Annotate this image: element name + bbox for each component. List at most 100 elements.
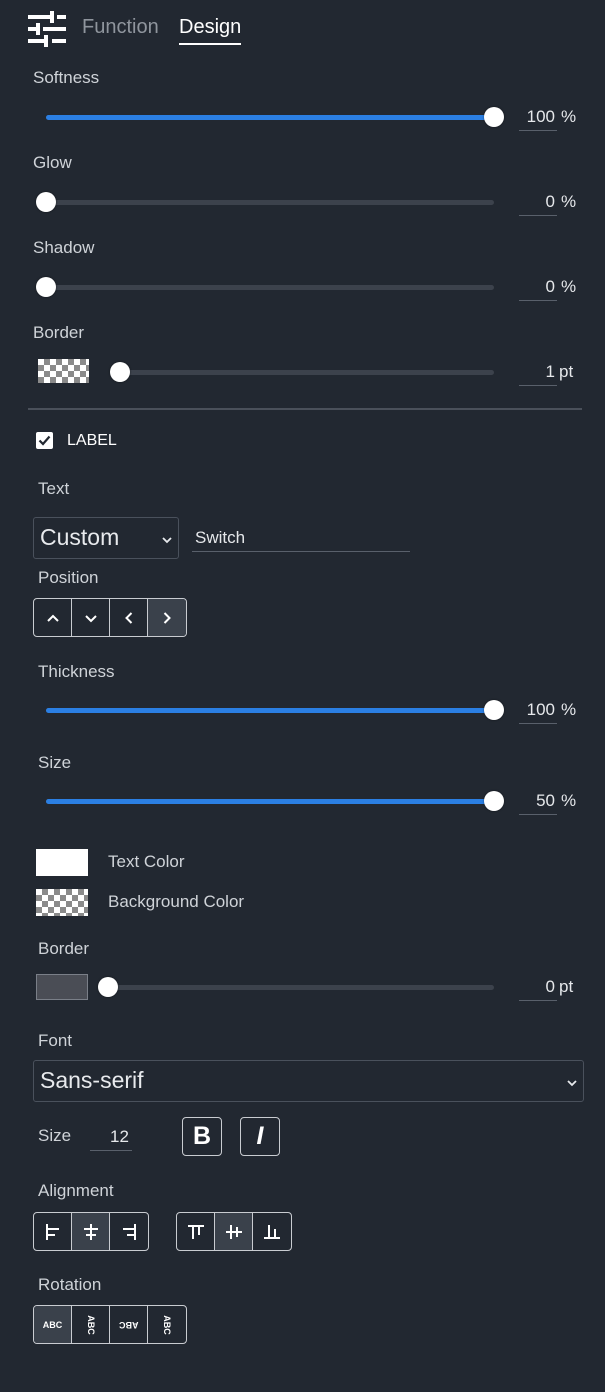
text-color-label: Text Color [108, 852, 185, 871]
active-tab-underline [179, 43, 241, 45]
thickness-unit: % [561, 700, 577, 719]
shadow-value: 0 [545, 277, 555, 296]
chevron-down-icon [162, 537, 172, 544]
text-label: Text [38, 479, 70, 498]
slider-thumb[interactable] [36, 192, 56, 212]
vertical-alignment-group [176, 1212, 292, 1251]
border-value: 1 [545, 362, 555, 381]
text-value-input[interactable]: Switch [192, 524, 410, 552]
font-size-label: Size [38, 1126, 72, 1145]
shadow-slider[interactable] [36, 277, 494, 297]
rotation-270-button[interactable]: ABC [148, 1306, 186, 1343]
font-size-input[interactable]: 12 [90, 1124, 132, 1151]
rotation-180-button[interactable]: ABC [110, 1306, 148, 1343]
position-top-button[interactable] [34, 599, 72, 636]
position-label: Position [38, 568, 99, 587]
thickness-slider[interactable] [46, 700, 504, 720]
chevron-left-icon [124, 611, 132, 624]
tab-function[interactable]: Function [82, 16, 159, 39]
slider-thumb[interactable] [484, 107, 504, 127]
glow-unit: % [561, 192, 577, 211]
rotation-270-text: ABC [162, 1314, 172, 1335]
rotation-button-group: ABC ABC ABC ABC [33, 1305, 187, 1344]
align-right-icon [123, 1223, 136, 1240]
text-value: Switch [195, 528, 246, 547]
bold-button[interactable]: B [182, 1117, 222, 1156]
checkmark-icon [38, 435, 51, 446]
softness-value: 100 [526, 107, 555, 126]
label-size-unit: % [561, 791, 577, 810]
border-label: Border [33, 323, 85, 342]
settings-sliders-icon[interactable] [28, 11, 66, 47]
tab-design[interactable]: Design [179, 16, 241, 39]
label-border-unit: pt [559, 977, 574, 996]
text-mode-select[interactable]: Custom [33, 517, 179, 559]
thickness-label: Thickness [38, 662, 115, 681]
chevron-right-icon [163, 611, 171, 624]
chevron-up-icon [46, 614, 59, 622]
rotation-90-text: ABC [85, 1314, 96, 1335]
label-border-value: 0 [545, 977, 555, 996]
text-mode-value: Custom [40, 524, 120, 550]
slider-fill [46, 799, 494, 804]
align-bottom-button[interactable] [253, 1213, 291, 1250]
align-middle-button[interactable] [215, 1213, 253, 1250]
position-left-button[interactable] [110, 599, 148, 636]
align-left-icon [45, 1223, 59, 1240]
slider-fill [46, 708, 494, 713]
label-checkbox[interactable] [36, 432, 53, 449]
rotation-90-button[interactable]: ABC [72, 1306, 110, 1343]
glow-label: Glow [33, 153, 72, 172]
align-bottom-icon [264, 1224, 280, 1239]
position-button-group [33, 598, 187, 637]
position-bottom-button[interactable] [72, 599, 110, 636]
shadow-unit: % [561, 277, 577, 296]
font-value: Sans-serif [40, 1067, 144, 1093]
softness-slider[interactable] [46, 107, 504, 127]
align-top-button[interactable] [177, 1213, 215, 1250]
text-color-swatch[interactable] [36, 849, 88, 876]
slider-thumb[interactable] [484, 700, 504, 720]
border-color-swatch[interactable] [38, 359, 89, 383]
softness-unit: % [561, 107, 577, 126]
font-select[interactable]: Sans-serif [33, 1060, 584, 1102]
align-center-icon [83, 1223, 98, 1240]
label-size-slider[interactable] [46, 791, 504, 811]
rotation-0-text: ABC [42, 1319, 63, 1330]
chevron-down-icon [84, 614, 97, 622]
italic-icon: I [256, 1122, 264, 1150]
slider-thumb[interactable] [98, 977, 118, 997]
thickness-value: 100 [526, 700, 555, 719]
alignment-label: Alignment [38, 1181, 114, 1200]
slider-thumb[interactable] [110, 362, 130, 382]
label-border-slider[interactable] [98, 977, 494, 997]
slider-thumb[interactable] [36, 277, 56, 297]
border-slider[interactable] [110, 362, 494, 382]
label-size-value: 50 [536, 791, 555, 810]
slider-fill [46, 115, 494, 120]
bold-icon: B [192, 1122, 212, 1150]
shadow-label: Shadow [33, 238, 95, 257]
glow-slider[interactable] [36, 192, 494, 212]
align-middle-icon [225, 1224, 242, 1239]
position-right-button[interactable] [148, 599, 186, 636]
label-section-title: LABEL [67, 432, 117, 449]
background-color-label: Background Color [108, 892, 245, 911]
align-center-button[interactable] [72, 1213, 110, 1250]
align-top-icon [187, 1224, 204, 1239]
label-border-color-swatch[interactable] [36, 974, 88, 1000]
chevron-down-icon [567, 1080, 577, 1087]
font-label: Font [38, 1031, 73, 1050]
rotation-180-text: ABC [118, 1319, 139, 1330]
align-right-button[interactable] [110, 1213, 148, 1250]
section-divider [28, 408, 582, 410]
rotation-0-button[interactable]: ABC [34, 1306, 72, 1343]
glow-value: 0 [545, 192, 555, 211]
label-size-label: Size [38, 753, 72, 772]
align-left-button[interactable] [34, 1213, 72, 1250]
italic-button[interactable]: I [240, 1117, 280, 1156]
background-color-swatch[interactable] [36, 889, 88, 916]
font-size-value: 12 [110, 1127, 129, 1146]
slider-thumb[interactable] [484, 791, 504, 811]
softness-label: Softness [33, 68, 100, 87]
